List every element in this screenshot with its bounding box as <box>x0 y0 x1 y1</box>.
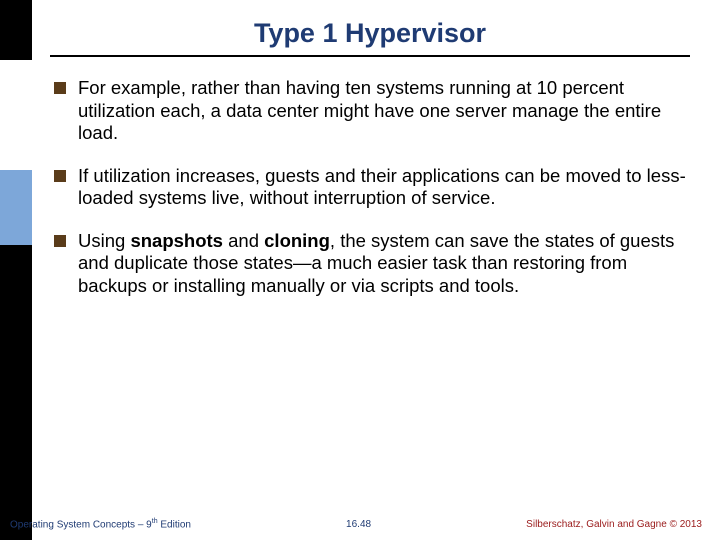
slide-content: Type 1 Hypervisor For example, rather th… <box>32 0 720 540</box>
footer-right: Silberschatz, Galvin and Gagne © 2013 <box>526 519 702 530</box>
footer-left-post: Edition <box>158 519 191 530</box>
bullet-text: If utilization increases, guests and the… <box>78 165 686 209</box>
sidebar-decoration <box>0 0 32 540</box>
slide-title: Type 1 Hypervisor <box>50 18 690 55</box>
bullet-item: Using snapshots and cloning, the system … <box>54 230 690 298</box>
sidebar-black-bottom <box>0 245 32 540</box>
bold-term: snapshots <box>130 230 223 251</box>
sidebar-white <box>0 60 32 170</box>
footer-center: 16.48 <box>346 519 371 530</box>
sidebar-blue <box>0 170 32 245</box>
slide-footer: Operating System Concepts – 9th Edition … <box>0 518 720 530</box>
bullet-item: If utilization increases, guests and the… <box>54 165 690 210</box>
sidebar-black-top <box>0 0 32 60</box>
bullet-text: and <box>223 230 264 251</box>
bullet-item: For example, rather than having ten syst… <box>54 77 690 145</box>
footer-left-pre: Operating System Concepts – 9 <box>10 519 152 530</box>
title-rule <box>50 55 690 57</box>
bullet-text: Using <box>78 230 130 251</box>
bold-term: cloning <box>264 230 330 251</box>
bullet-text: For example, rather than having ten syst… <box>78 77 661 143</box>
footer-left: Operating System Concepts – 9th Edition <box>10 518 191 530</box>
bullet-list: For example, rather than having ten syst… <box>50 77 690 298</box>
